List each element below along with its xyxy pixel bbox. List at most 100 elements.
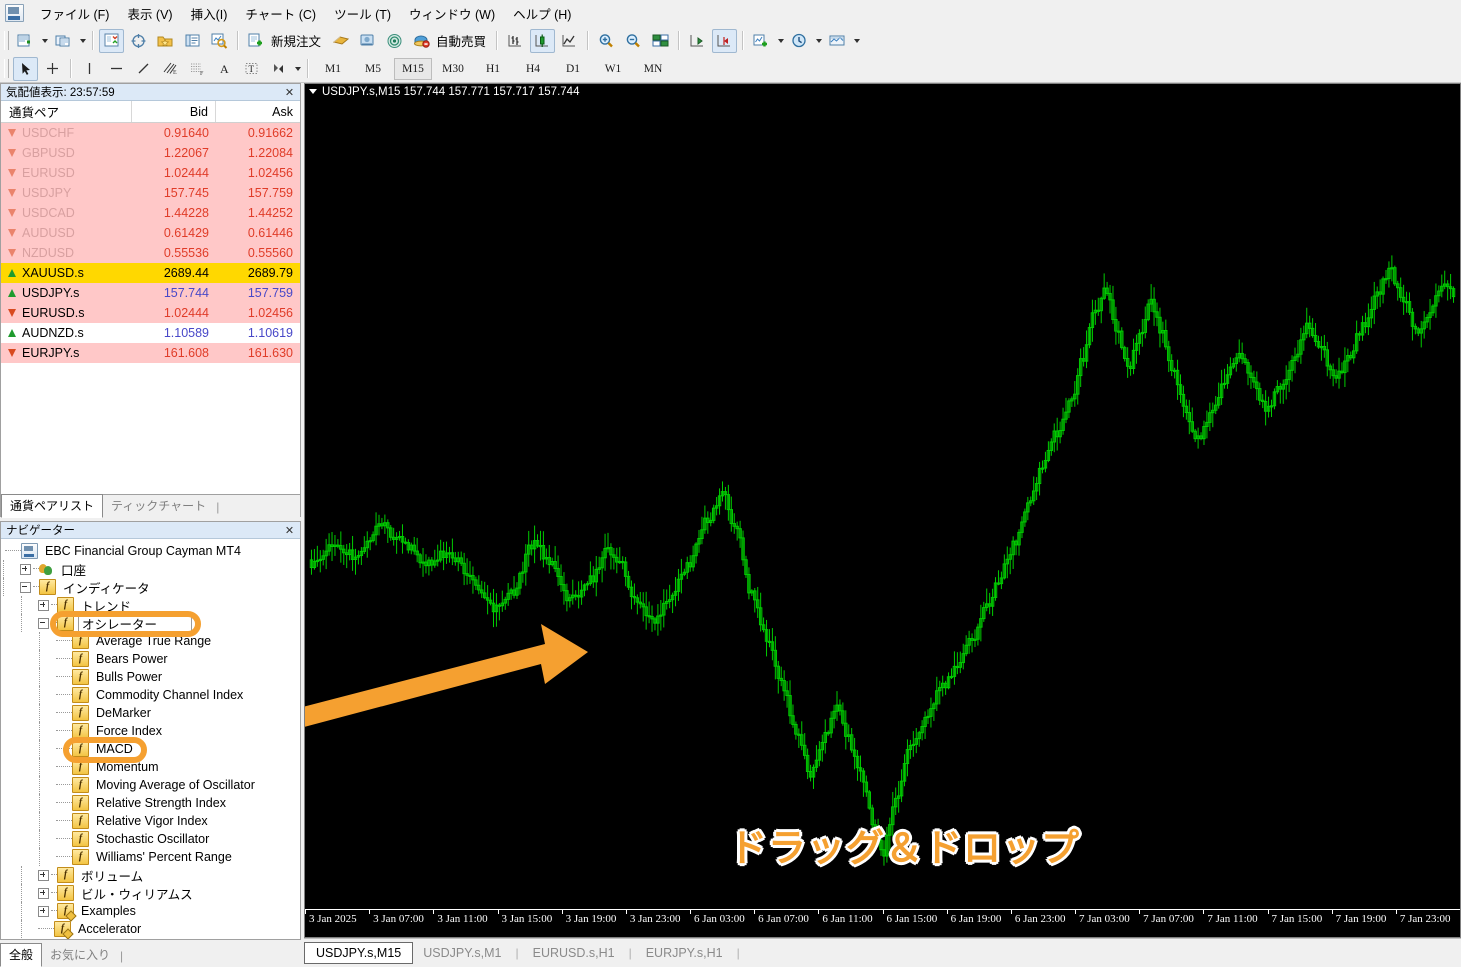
table-row[interactable]: AUDUSD 0.61429 0.61446	[1, 223, 300, 243]
chevron-down-icon[interactable]	[309, 89, 317, 94]
periods-icon[interactable]	[787, 29, 812, 53]
expand-icon[interactable]	[20, 563, 31, 575]
terminal-icon[interactable]	[180, 29, 205, 53]
templates-dropdown-icon[interactable]	[851, 30, 862, 52]
shapes-dropdown-icon[interactable]	[292, 58, 303, 80]
collapse-icon[interactable]	[20, 581, 31, 593]
line-chart-icon[interactable]	[557, 29, 582, 53]
table-row[interactable]: USDJPY 157.745 157.759	[1, 183, 300, 203]
tree-item-examples[interactable]: f Examples	[1, 902, 300, 920]
tree-item-bears-power[interactable]: f Bears Power	[1, 650, 300, 668]
chart-shift-icon[interactable]	[712, 28, 738, 53]
drawing-toolbar-grip[interactable]	[4, 59, 9, 78]
strategy-tester-icon[interactable]	[207, 29, 232, 53]
tree-item-relative-strength-index[interactable]: f Relative Strength Index	[1, 794, 300, 812]
periods-dropdown-icon[interactable]	[813, 30, 824, 52]
expert-advisor-icon[interactable]	[355, 29, 380, 53]
new-chart-dropdown-icon[interactable]	[39, 30, 50, 52]
table-row[interactable]: USDCAD 1.44228 1.44252	[1, 203, 300, 223]
navigator-icon[interactable]	[153, 29, 178, 53]
horizontal-line-icon[interactable]	[104, 57, 129, 81]
tree-item-demarker[interactable]: f DeMarker	[1, 704, 300, 722]
new-chart-icon[interactable]	[13, 29, 38, 53]
table-row[interactable]: EURUSD.s 1.02444 1.02456	[1, 303, 300, 323]
auto-scroll-icon[interactable]	[685, 29, 710, 53]
bar-chart-icon[interactable]	[503, 29, 528, 53]
tree-item-[interactable]: f ボリューム	[1, 866, 300, 884]
tree-item-williams-percent-range[interactable]: f Williams' Percent Range	[1, 848, 300, 866]
table-row[interactable]: AUDNZD.s 1.10589 1.10619	[1, 323, 300, 343]
period-mn[interactable]: MN	[634, 58, 672, 80]
menu-help[interactable]: ヘルプ (H)	[504, 0, 580, 27]
autotrading-icon[interactable]	[409, 29, 434, 53]
tree-item-macd[interactable]: f MACD	[1, 740, 300, 758]
menu-file[interactable]: ファイル (F)	[31, 0, 118, 27]
zoom-out-icon[interactable]	[621, 29, 646, 53]
period-m5[interactable]: M5	[354, 58, 392, 80]
profiles-dropdown-icon[interactable]	[77, 30, 88, 52]
tree-item-stochastic-oscillator[interactable]: f Stochastic Oscillator	[1, 830, 300, 848]
shapes-icon[interactable]	[266, 57, 291, 81]
tab-symbol-list[interactable]: 通貨ペアリスト	[1, 494, 104, 518]
table-row[interactable]: USDJPY.s 157.744 157.759	[1, 283, 300, 303]
table-row[interactable]: GBPUSD 1.22067 1.22084	[1, 143, 300, 163]
market-watch-icon[interactable]	[99, 28, 124, 53]
chart-tab-eurusd-h1[interactable]: EURUSD.s,H1	[523, 943, 625, 963]
menu-tools[interactable]: ツール (T)	[325, 0, 400, 27]
tree-item-average-true-range[interactable]: f Average True Range	[1, 632, 300, 650]
table-row[interactable]: NZDUSD 0.55536 0.55560	[1, 243, 300, 263]
tree-item-momentum[interactable]: f Momentum	[1, 758, 300, 776]
new-order-icon[interactable]	[244, 29, 269, 53]
templates-icon[interactable]	[825, 29, 850, 53]
profiles-icon[interactable]	[51, 29, 76, 53]
tile-windows-icon[interactable]	[648, 29, 673, 53]
chart-window[interactable]: USDJPY.s,M15 157.744 157.771 157.717 157…	[304, 83, 1461, 938]
expand-icon[interactable]	[38, 869, 49, 881]
tab-favorites[interactable]: お気に入り	[42, 944, 118, 966]
tree-item-commodity-channel-index[interactable]: f Commodity Channel Index	[1, 686, 300, 704]
table-row[interactable]: XAUUSD.s 2689.44 2689.79	[1, 263, 300, 283]
toolbar-grip[interactable]	[4, 31, 9, 50]
table-row[interactable]: EURUSD 1.02444 1.02456	[1, 163, 300, 183]
tree-item-force-index[interactable]: f Force Index	[1, 722, 300, 740]
expand-icon[interactable]	[38, 887, 49, 899]
candlestick-chart-icon[interactable]	[530, 28, 556, 53]
autotrading-label[interactable]: 自動売買	[435, 31, 492, 50]
collapse-icon[interactable]	[38, 617, 49, 629]
equidistant-channel-icon[interactable]: E	[158, 57, 183, 81]
metaeditor-icon[interactable]	[328, 29, 353, 53]
tree-item-accelerator[interactable]: f Accelerator	[1, 920, 300, 938]
text-label-icon[interactable]: T	[239, 57, 264, 81]
fibonacci-icon[interactable]: F	[185, 57, 210, 81]
column-header-bid[interactable]: Bid	[132, 101, 216, 122]
column-header-ask[interactable]: Ask	[216, 101, 300, 122]
chart-tab-usdjpy-m15[interactable]: USDJPY.s,M15	[304, 941, 414, 964]
close-icon[interactable]: ✕	[282, 523, 297, 537]
data-window-icon[interactable]	[126, 29, 151, 53]
candlestick-chart[interactable]	[305, 84, 1460, 937]
tree-item-[interactable]: 口座	[1, 560, 300, 578]
tab-general[interactable]: 全般	[0, 943, 43, 967]
tree-item-ebc-financial-group-cayman-mt4[interactable]: EBC Financial Group Cayman MT4	[1, 542, 300, 560]
period-w1[interactable]: W1	[594, 58, 632, 80]
period-m15[interactable]: M15	[394, 57, 432, 80]
menu-chart[interactable]: チャート (C)	[236, 0, 325, 27]
tree-item-relative-vigor-index[interactable]: f Relative Vigor Index	[1, 812, 300, 830]
new-order-label[interactable]: 新規注文	[270, 31, 327, 50]
table-row[interactable]: USDCHF 0.91640 0.91662	[1, 123, 300, 143]
period-m1[interactable]: M1	[314, 58, 352, 80]
expand-icon[interactable]	[38, 599, 49, 611]
chart-tab-eurjpy-h1[interactable]: EURJPY.s,H1	[636, 943, 733, 963]
indicators-dropdown-icon[interactable]	[775, 30, 786, 52]
tree-item-moving-average-of-oscillator[interactable]: f Moving Average of Oscillator	[1, 776, 300, 794]
table-row[interactable]: EURJPY.s 161.608 161.630	[1, 343, 300, 363]
expand-icon[interactable]	[38, 905, 49, 917]
period-m30[interactable]: M30	[434, 58, 472, 80]
tree-item-[interactable]: f オシレーター	[1, 612, 300, 634]
period-d1[interactable]: D1	[554, 58, 592, 80]
text-icon[interactable]: A	[212, 57, 237, 81]
signals-icon[interactable]	[382, 29, 407, 53]
tree-item-[interactable]: f インディケータ	[1, 578, 300, 596]
tree-item-[interactable]: f トレンド	[1, 596, 300, 614]
chart-tab-usdjpy-m1[interactable]: USDJPY.s,M1	[413, 943, 511, 963]
